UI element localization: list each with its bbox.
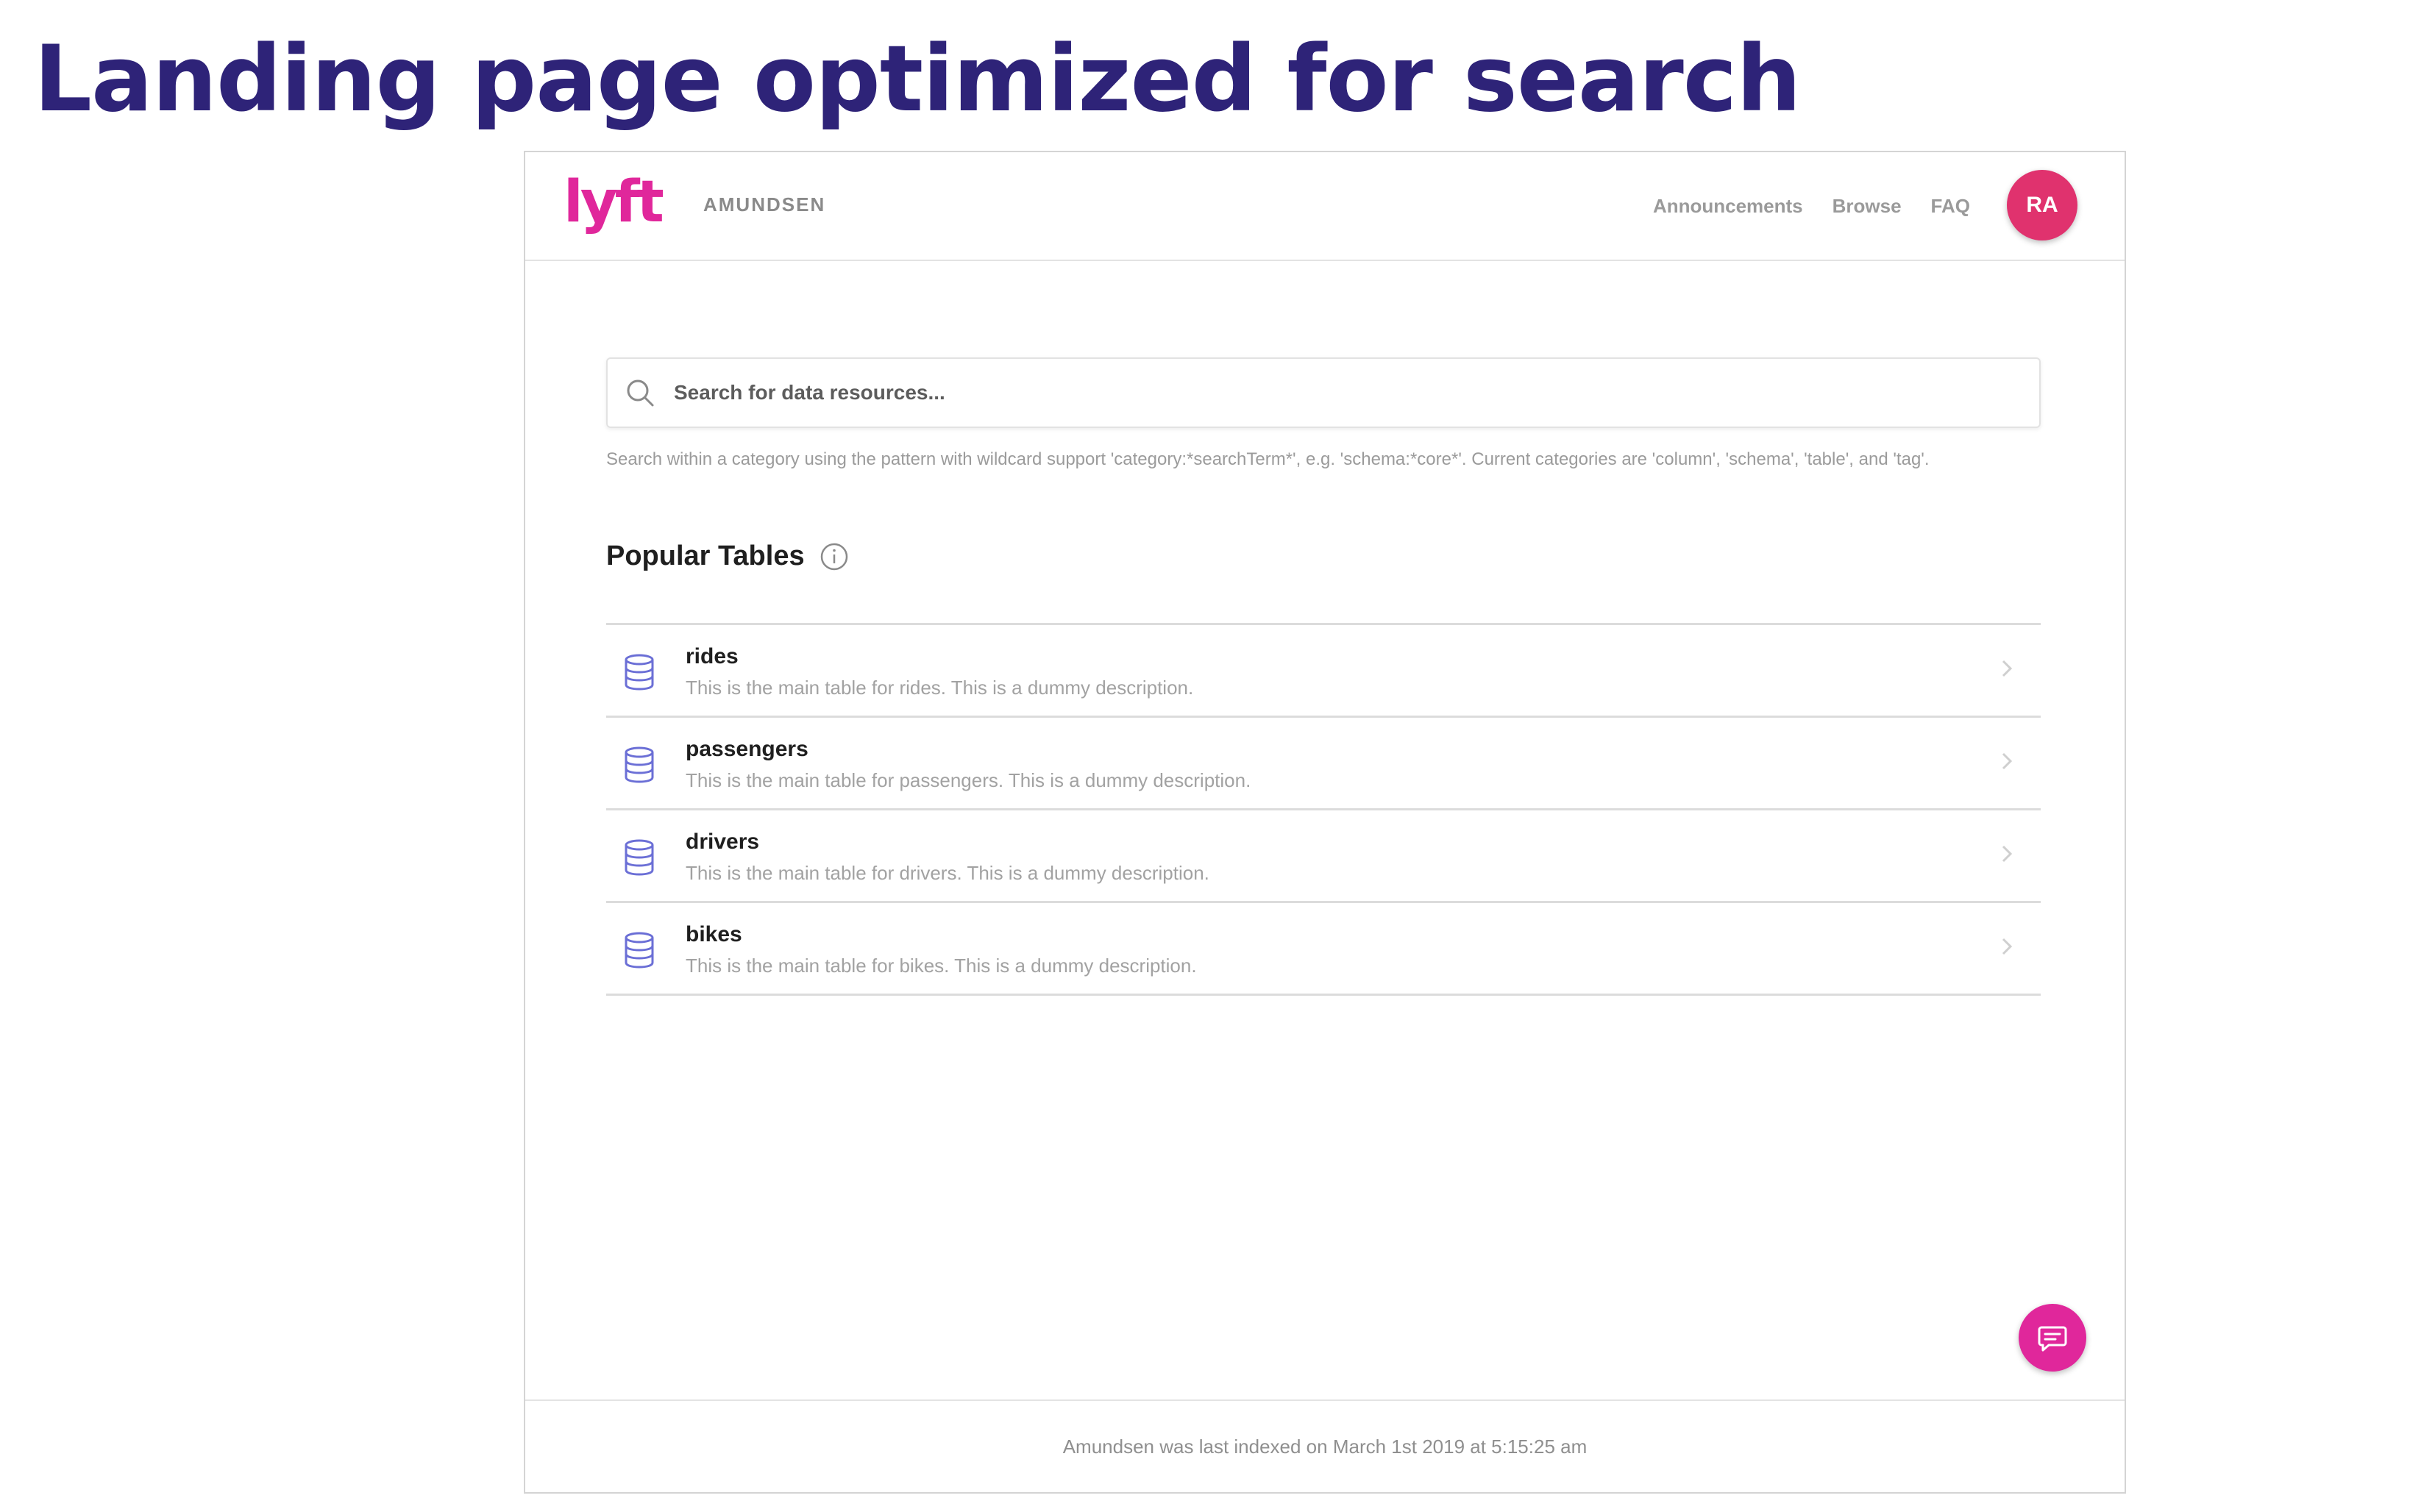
nav-link-browse[interactable]: Browse xyxy=(1833,195,1902,218)
info-icon[interactable] xyxy=(820,542,849,571)
chevron-right-icon xyxy=(2002,660,2013,677)
table-name: bikes xyxy=(686,922,742,946)
table-row-rides[interactable]: rides This is the main table for rides. … xyxy=(606,625,2041,718)
database-icon xyxy=(625,932,654,969)
table-row-drivers[interactable]: drivers This is the main table for drive… xyxy=(606,810,2041,903)
table-description: This is the main table for bikes. This i… xyxy=(686,955,1197,977)
navbar: lyft AMUNDSEN Announcements Browse FAQ R… xyxy=(525,152,2125,261)
table-row-passengers[interactable]: passengers This is the main table for pa… xyxy=(606,718,2041,810)
popular-tables-list: rides This is the main table for rides. … xyxy=(606,623,2041,996)
nav-link-faq[interactable]: FAQ xyxy=(1931,195,1970,218)
table-name: drivers xyxy=(686,830,760,854)
popular-tables-heading: Popular Tables xyxy=(606,541,849,572)
chevron-right-icon xyxy=(2002,938,2013,955)
table-name: passengers xyxy=(686,737,808,761)
search-box[interactable] xyxy=(606,357,2041,428)
search-hint: Search within a category using the patte… xyxy=(606,449,1930,469)
chevron-right-icon xyxy=(2002,752,2013,770)
nav-link-announcements[interactable]: Announcements xyxy=(1653,195,1803,218)
database-icon xyxy=(625,746,654,783)
chevron-right-icon xyxy=(2002,845,2013,863)
feedback-chat-button[interactable] xyxy=(2019,1304,2086,1372)
table-row-bikes[interactable]: bikes This is the main table for bikes. … xyxy=(606,903,2041,996)
last-indexed-text: Amundsen was last indexed on March 1st 2… xyxy=(1062,1435,1588,1458)
app-window: lyft AMUNDSEN Announcements Browse FAQ R… xyxy=(524,151,2126,1494)
app-name[interactable]: AMUNDSEN xyxy=(703,193,825,216)
search-input[interactable] xyxy=(672,380,2039,405)
table-description: This is the main table for rides. This i… xyxy=(686,677,1194,699)
chat-bubble-icon xyxy=(2038,1326,2067,1352)
database-icon xyxy=(625,654,654,691)
svg-text:lyft: lyft xyxy=(564,169,664,235)
footer: Amundsen was last indexed on March 1st 2… xyxy=(525,1399,2125,1492)
lyft-logo[interactable]: lyft xyxy=(564,168,681,242)
user-avatar[interactable]: RA xyxy=(2007,170,2077,240)
nav-links: Announcements Browse FAQ xyxy=(1653,195,1970,218)
table-description: This is the main table for passengers. T… xyxy=(686,769,1251,791)
table-name: rides xyxy=(686,644,739,668)
table-description: This is the main table for drivers. This… xyxy=(686,862,1209,884)
popular-tables-title: Popular Tables xyxy=(606,541,805,571)
search-icon xyxy=(627,379,654,407)
slide-title: Landing page optimized for search xyxy=(34,26,1802,132)
database-icon xyxy=(625,839,654,876)
